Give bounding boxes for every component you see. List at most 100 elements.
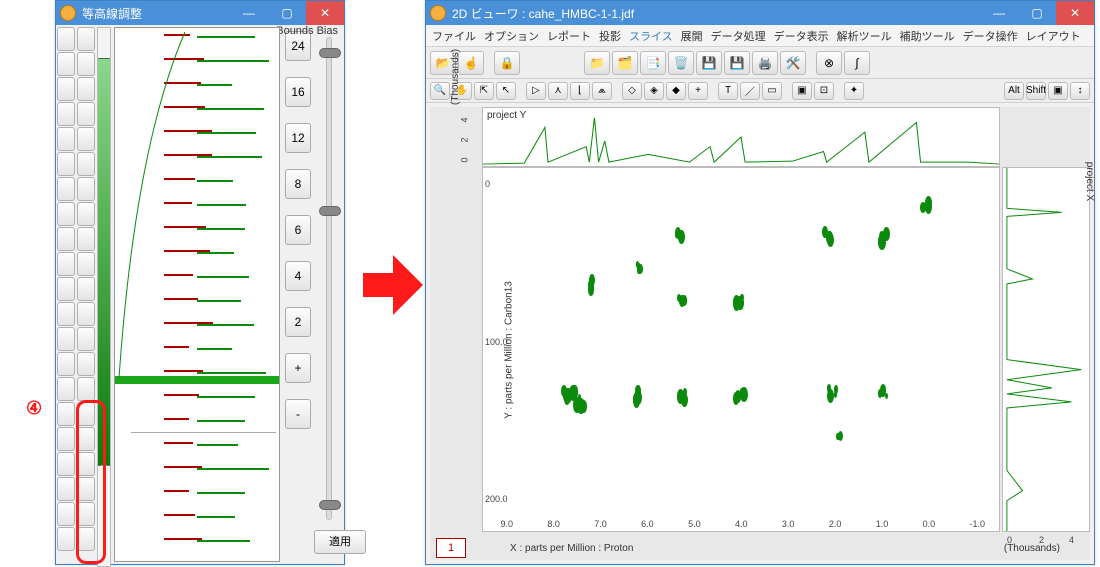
level-button[interactable] (77, 177, 95, 201)
maximize-button[interactable] (268, 1, 306, 25)
levels-+-button[interactable]: + (285, 353, 311, 383)
menu-8[interactable]: 解析ツール (837, 28, 892, 44)
level-button[interactable] (57, 377, 75, 401)
level-button[interactable] (57, 102, 75, 126)
play-icon[interactable]: ▷ (526, 82, 546, 100)
page-button[interactable]: 1 (436, 538, 466, 558)
level-button[interactable] (57, 177, 75, 201)
copy-icon[interactable]: 📑 (640, 51, 666, 75)
level-button[interactable] (57, 527, 75, 551)
level-button[interactable] (77, 477, 95, 501)
level-button[interactable] (57, 52, 75, 76)
line-icon[interactable]: ／ (740, 82, 760, 100)
level-button[interactable] (57, 152, 75, 176)
cancel-icon[interactable]: ⊗ (816, 51, 842, 75)
level-button[interactable] (57, 452, 75, 476)
level-button[interactable] (57, 27, 75, 51)
level-button[interactable] (77, 27, 95, 51)
trash-icon[interactable]: 🗑️ (668, 51, 694, 75)
zoom-icon[interactable]: 🔍 (430, 82, 450, 100)
menu-5[interactable]: 展開 (681, 28, 703, 44)
integral-icon[interactable]: ∫ (844, 51, 870, 75)
select-icon[interactable]: ⇱ (474, 82, 494, 100)
level-button[interactable] (77, 227, 95, 251)
level-button[interactable] (77, 502, 95, 526)
plus-icon[interactable]: + (688, 82, 708, 100)
contour-2d-plot[interactable]: 9.08.07.06.05.04.03.02.01.00.0-1.00100.0… (482, 167, 1000, 532)
levels-4-button[interactable]: 4 (285, 261, 311, 291)
level-button[interactable] (77, 277, 95, 301)
minimize-button[interactable] (980, 1, 1018, 25)
menu-3[interactable]: 投影 (599, 28, 621, 44)
text-icon[interactable]: T (718, 82, 738, 100)
rect-icon[interactable]: ▭ (762, 82, 782, 100)
peak-icon[interactable]: ⋏ (548, 82, 568, 100)
cursor-icon[interactable]: ↖ (496, 82, 516, 100)
dia1-icon[interactable]: ◇ (622, 82, 642, 100)
menu-7[interactable]: データ表示 (774, 28, 829, 44)
level-button[interactable] (57, 302, 75, 326)
menu-4[interactable]: スライス (629, 28, 673, 44)
level-button[interactable] (77, 377, 95, 401)
levels-8-button[interactable]: 8 (285, 169, 311, 199)
level-button[interactable] (57, 402, 75, 426)
minimize-button[interactable] (230, 1, 268, 25)
vert-button[interactable]: ↕ (1070, 82, 1090, 100)
level-button[interactable] (77, 327, 95, 351)
level-button[interactable] (77, 427, 95, 451)
bounds-slider[interactable] (326, 37, 332, 520)
viewer-titlebar[interactable]: 2D ビューワ : cahe_HMBC-1-1.jdf (426, 1, 1094, 25)
levels-2-button[interactable]: 2 (285, 307, 311, 337)
level-button[interactable] (57, 202, 75, 226)
saveall-icon[interactable]: 💾 (724, 51, 750, 75)
level-button[interactable] (77, 127, 95, 151)
level-button[interactable] (57, 77, 75, 101)
level-button[interactable] (57, 127, 75, 151)
menu-11[interactable]: レイアウト (1026, 28, 1081, 44)
view-button[interactable]: ▣ (1048, 82, 1068, 100)
slider-thumb-mid[interactable] (319, 206, 341, 216)
menu-1[interactable]: オプション (484, 28, 539, 44)
base-icon[interactable]: ⌊ (570, 82, 590, 100)
magic-icon[interactable]: ✦ (844, 82, 864, 100)
close-button[interactable] (306, 1, 344, 25)
hand-icon[interactable]: ☝️ (458, 51, 484, 75)
level-button[interactable] (77, 102, 95, 126)
level-button[interactable] (57, 227, 75, 251)
level-button[interactable] (57, 252, 75, 276)
gear-icon[interactable]: ⊡ (814, 82, 834, 100)
tool-icon[interactable]: 🛠️ (780, 51, 806, 75)
level-button[interactable] (57, 427, 75, 451)
levels---button[interactable]: - (285, 399, 311, 429)
level-button[interactable] (77, 252, 95, 276)
menu-0[interactable]: ファイル (432, 28, 476, 44)
dia2-icon[interactable]: ◈ (644, 82, 664, 100)
level-button[interactable] (77, 527, 95, 551)
dia3-icon[interactable]: ◆ (666, 82, 686, 100)
contour-titlebar[interactable]: 等高線調整 (56, 1, 344, 25)
level-button[interactable] (57, 352, 75, 376)
slider-thumb-top[interactable] (319, 48, 341, 58)
box-icon[interactable]: ▣ (792, 82, 812, 100)
levels-6-button[interactable]: 6 (285, 215, 311, 245)
level-button[interactable] (57, 502, 75, 526)
level-button[interactable] (57, 477, 75, 501)
level-button[interactable] (77, 77, 95, 101)
level-button[interactable] (77, 452, 95, 476)
folder-icon[interactable]: 📁 (584, 51, 610, 75)
level-button[interactable] (77, 202, 95, 226)
level-button[interactable] (77, 152, 95, 176)
slider-thumb-bottom[interactable] (319, 500, 341, 510)
levels-16-button[interactable]: 16 (285, 77, 311, 107)
menu-2[interactable]: レポート (547, 28, 591, 44)
level-button[interactable] (77, 402, 95, 426)
apply-button[interactable]: 適用 (314, 530, 366, 554)
close-button[interactable] (1056, 1, 1094, 25)
menu-6[interactable]: データ処理 (711, 28, 766, 44)
level-button[interactable] (57, 327, 75, 351)
level-button[interactable] (57, 277, 75, 301)
alt-button[interactable]: Alt (1004, 82, 1024, 100)
level-bar[interactable] (97, 27, 111, 567)
save-icon[interactable]: 💾 (696, 51, 722, 75)
levels-12-button[interactable]: 12 (285, 123, 311, 153)
